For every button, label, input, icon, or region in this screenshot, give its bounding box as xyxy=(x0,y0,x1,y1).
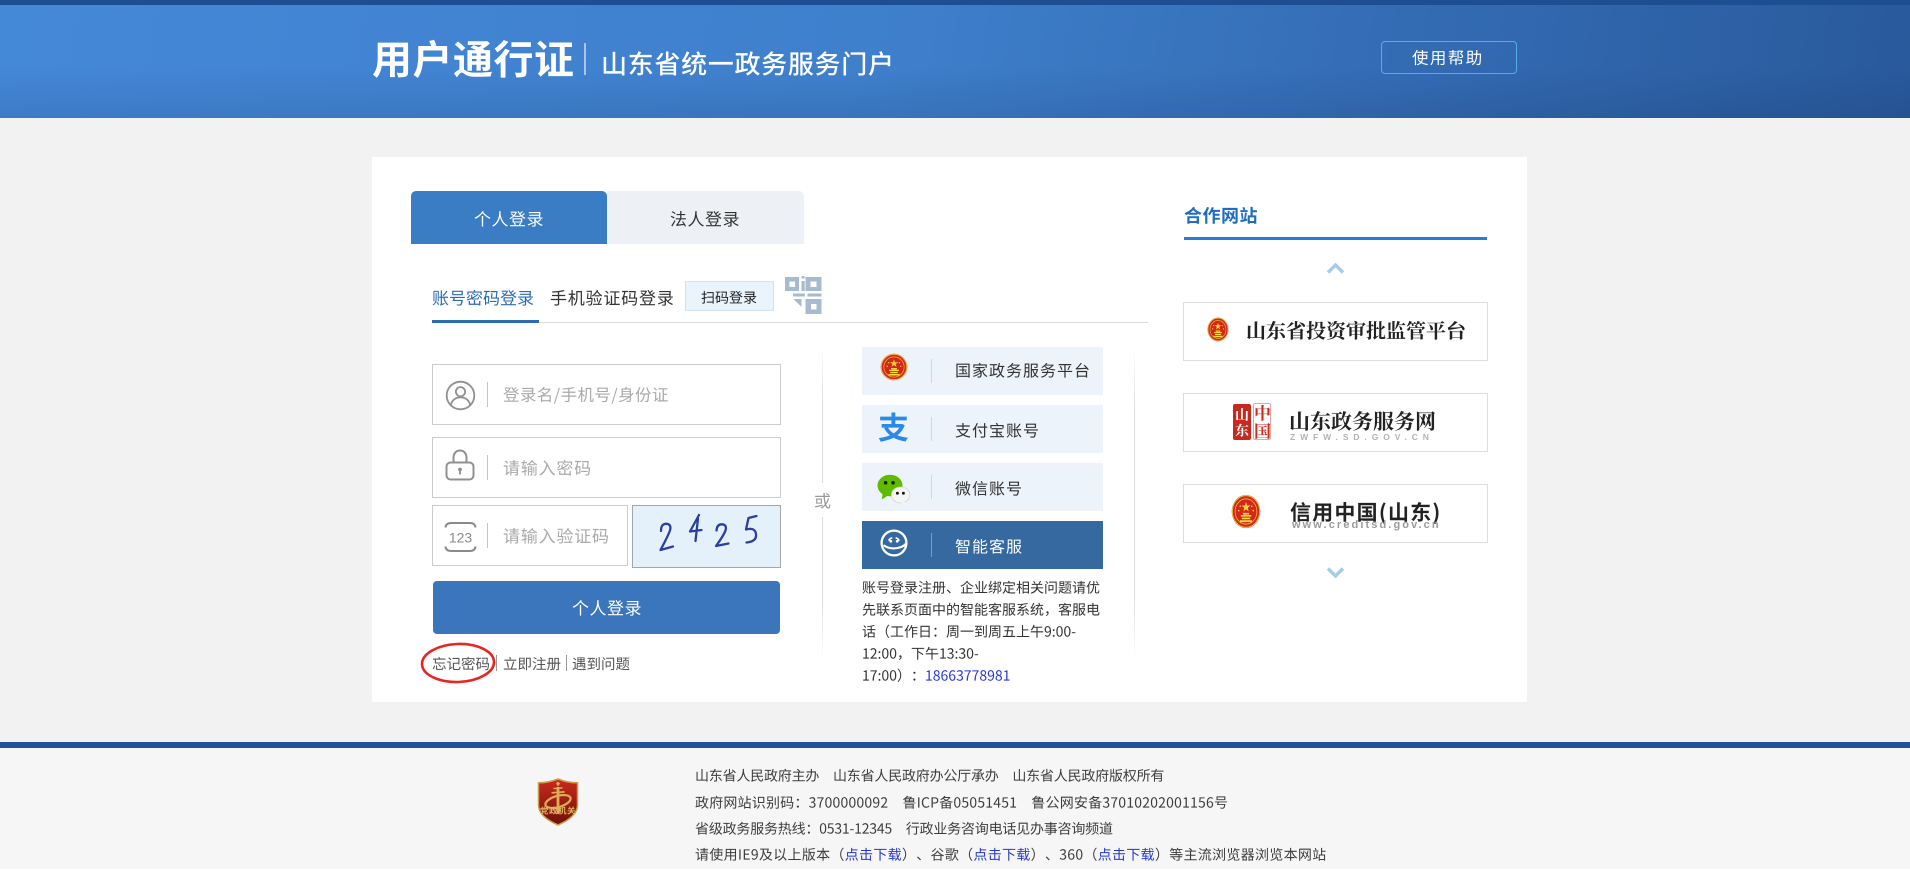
svg-text:123: 123 xyxy=(449,530,473,546)
